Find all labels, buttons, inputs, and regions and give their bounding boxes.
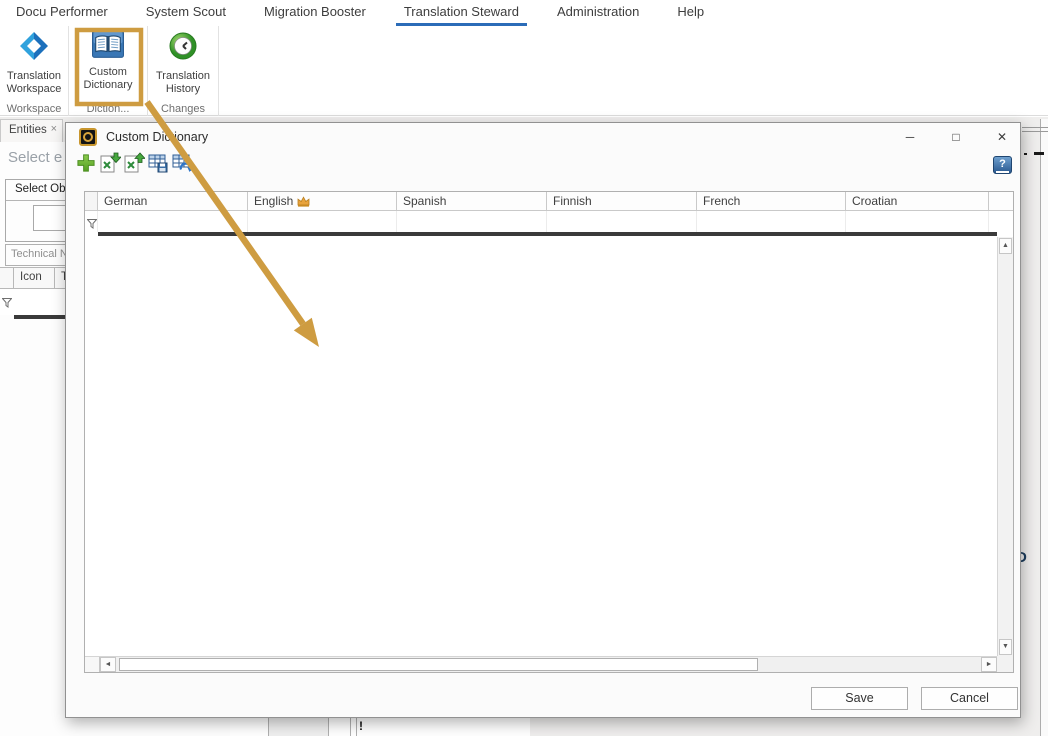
- column-header-spanish[interactable]: Spanish: [397, 192, 547, 210]
- table-cell-fragment: [268, 718, 328, 736]
- grid-save-icon: [147, 152, 169, 179]
- row-indicator-header: [85, 192, 98, 210]
- tick-mark: [1034, 152, 1044, 155]
- filter-cell-spanish[interactable]: [397, 211, 547, 232]
- ribbon-groups: Translation Workspace Workspace: [0, 26, 219, 116]
- background-grid-line: [1022, 131, 1048, 132]
- group-dictionary: Custom Dictionary Diction...: [69, 26, 148, 116]
- background-right-margin: [1041, 119, 1048, 736]
- filter-cell-finnish[interactable]: [547, 211, 697, 232]
- tab-system-scout[interactable]: System Scout: [138, 0, 234, 26]
- app-logo-icon: [79, 128, 97, 146]
- dialog-title: Custom Dictionary: [106, 130, 208, 144]
- help-button[interactable]: ?: [993, 156, 1012, 174]
- scrollbar-thumb[interactable]: [119, 658, 758, 671]
- column-header-french[interactable]: French: [697, 192, 846, 210]
- row-indicator-header: [0, 268, 14, 288]
- ribbon-button-label: Translation History: [152, 70, 214, 96]
- column-header-english[interactable]: English: [248, 192, 397, 210]
- column-header-icon[interactable]: Icon: [14, 268, 55, 288]
- horizontal-scrollbar[interactable]: ◄ ►: [85, 656, 997, 672]
- filter-cell-german[interactable]: [98, 211, 248, 232]
- reset-layout-button[interactable]: [171, 154, 193, 176]
- entities-tab-label: Entities: [9, 124, 47, 136]
- tab-help[interactable]: Help: [669, 0, 712, 26]
- filter-cell-french[interactable]: [697, 211, 846, 232]
- select-entities-heading: Select e: [8, 149, 62, 166]
- close-button[interactable]: ✕: [986, 124, 1018, 149]
- history-clock-icon: [167, 30, 199, 67]
- close-tab-icon[interactable]: ×: [51, 123, 57, 135]
- column-header-filler: [989, 192, 1013, 210]
- group-caption-changes: Changes: [161, 103, 205, 115]
- group-changes: Translation History Changes: [148, 26, 219, 116]
- tab-docu-performer[interactable]: Docu Performer: [8, 0, 116, 26]
- cell-border: [350, 718, 351, 736]
- grid-refresh-icon: [171, 152, 193, 179]
- column-header-finnish[interactable]: Finnish: [547, 192, 697, 210]
- cancel-button[interactable]: Cancel: [921, 687, 1018, 710]
- tab-entities[interactable]: Entities ×: [0, 119, 63, 142]
- tab-translation-steward[interactable]: Translation Steward: [396, 0, 527, 26]
- grid-header-row: German English Spanish Finnish French Cr…: [85, 192, 1013, 211]
- exclamation-fragment: !: [359, 719, 363, 733]
- scrollbar-corner: [997, 656, 1013, 672]
- grid-new-row-line: [98, 232, 997, 236]
- filter-cell-english[interactable]: [248, 211, 397, 232]
- excel-import-icon: [99, 152, 121, 179]
- grid-data-area[interactable]: [85, 237, 997, 656]
- excel-export-icon: [123, 152, 145, 179]
- scroll-left-button[interactable]: ◄: [100, 657, 116, 672]
- custom-dictionary-dialog: Custom Dictionary ─ □ ✕: [65, 122, 1021, 718]
- cell-border: [268, 718, 269, 736]
- save-layout-button[interactable]: [147, 154, 169, 176]
- tab-administration[interactable]: Administration: [549, 0, 647, 26]
- ribbon: Docu Performer System Scout Migration Bo…: [0, 0, 1048, 116]
- scroll-right-button[interactable]: ►: [981, 657, 997, 672]
- question-mark-icon: ?: [999, 158, 1006, 170]
- filter-cell-croatian[interactable]: [846, 211, 989, 232]
- column-header-german[interactable]: German: [98, 192, 248, 210]
- open-book-icon: [92, 30, 124, 63]
- ribbon-button-label: Custom Dictionary: [77, 66, 139, 92]
- tab-migration-booster[interactable]: Migration Booster: [256, 0, 374, 26]
- background-table-fragment: !: [230, 718, 530, 736]
- scroll-up-button[interactable]: ▲: [999, 238, 1012, 254]
- column-header-croatian[interactable]: Croatian: [846, 192, 989, 210]
- custom-dictionary-button[interactable]: Custom Dictionary: [77, 26, 139, 102]
- maximize-button[interactable]: □: [940, 124, 972, 149]
- export-excel-button[interactable]: [123, 154, 145, 176]
- background-grid-line: [1022, 127, 1048, 128]
- cell-border: [328, 718, 329, 736]
- add-entry-button[interactable]: [75, 154, 97, 176]
- cell-border: [356, 718, 357, 736]
- filter-icon: [85, 211, 98, 232]
- import-excel-button[interactable]: [99, 154, 121, 176]
- ribbon-button-label: Translation Workspace: [3, 70, 65, 96]
- vertical-scrollbar[interactable]: ▲ ▼: [997, 237, 1013, 656]
- minimize-button[interactable]: ─: [894, 124, 926, 149]
- group-caption-workspace: Workspace: [7, 103, 62, 115]
- group-caption-dictionary: Diction...: [87, 103, 130, 115]
- dialog-titlebar[interactable]: Custom Dictionary ─ □ ✕: [66, 123, 1020, 151]
- filter-cell-filler: [989, 211, 1013, 232]
- plus-icon: [76, 153, 96, 178]
- ribbon-tab-bar: Docu Performer System Scout Migration Bo…: [8, 0, 712, 26]
- filter-icon: [0, 289, 14, 315]
- group-workspace: Translation Workspace Workspace: [0, 26, 69, 116]
- save-button[interactable]: Save: [811, 687, 908, 710]
- grid-filter-row: [85, 211, 1013, 232]
- workspace-diamonds-icon: [16, 30, 52, 67]
- translation-workspace-button[interactable]: Translation Workspace: [3, 26, 65, 102]
- tick-mark: [1024, 153, 1027, 155]
- dictionary-grid: German English Spanish Finnish French Cr…: [84, 191, 1014, 673]
- translation-history-button[interactable]: Translation History: [152, 26, 214, 102]
- dialog-toolbar: [75, 154, 193, 176]
- scrollbar-grip[interactable]: [85, 657, 100, 672]
- scroll-down-button[interactable]: ▼: [999, 639, 1012, 655]
- master-language-crown-icon: [297, 194, 310, 210]
